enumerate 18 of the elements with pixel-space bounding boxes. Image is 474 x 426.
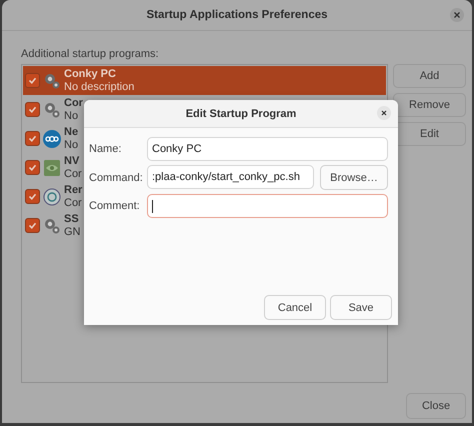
program-name: Conky PC: [64, 68, 117, 80]
program-name: Rer: [64, 184, 82, 196]
program-description: No: [64, 110, 80, 122]
program-description: Cor: [64, 196, 82, 210]
list-label: Additional startup programs:: [21, 48, 160, 60]
program-name: NV: [64, 154, 80, 168]
program-description: No: [64, 138, 78, 152]
program-description: GN: [64, 226, 80, 238]
program-description: Cor: [64, 168, 82, 180]
window-title: Startup Applications Preferences: [146, 9, 328, 21]
dialog-title: Edit Startup Program: [186, 108, 296, 120]
program-name: Cor: [64, 96, 83, 110]
field-label: Name:: [89, 143, 122, 155]
program-name: Ne: [64, 126, 78, 138]
field-label: Comment:: [89, 200, 141, 212]
program-description: No description: [64, 80, 134, 94]
field-label: Command:: [89, 172, 144, 184]
program-name: SS: [64, 212, 80, 226]
